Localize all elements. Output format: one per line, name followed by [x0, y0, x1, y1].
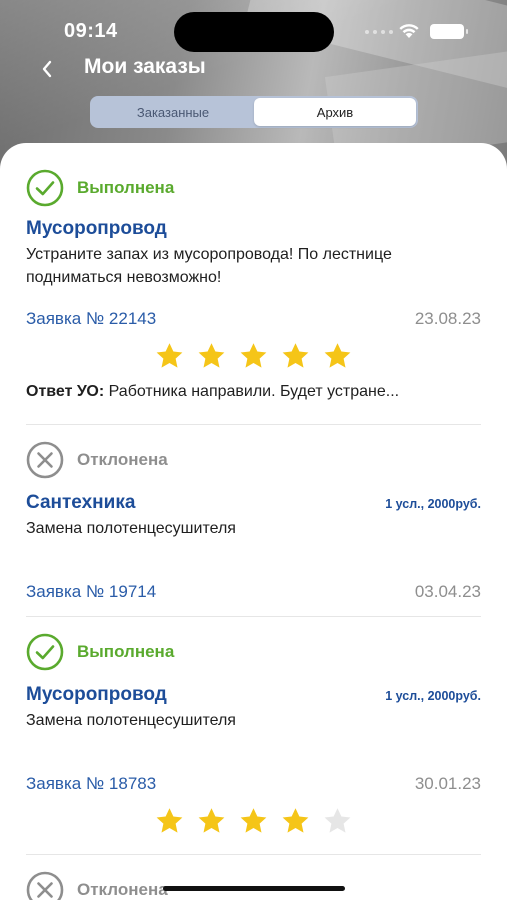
answer-label: Ответ УО: — [26, 383, 105, 400]
star-icon — [198, 808, 225, 833]
orders-sheet: Выполнена Мусоропровод Устраните запах и… — [0, 143, 507, 900]
status-label: Выполнена — [77, 642, 175, 661]
wifi-icon — [399, 24, 419, 38]
home-indicator — [163, 886, 345, 891]
star-icon — [282, 808, 309, 833]
star-icon — [156, 343, 183, 368]
order-date: 03.04.23 — [414, 582, 481, 601]
order-card[interactable]: Отклонена Сантехника 1 усл., 2000руб. За… — [26, 425, 481, 617]
order-price: 1 усл., 2000руб. — [385, 497, 481, 511]
order-number: Заявка № 18783 — [26, 774, 157, 793]
star-icon — [324, 808, 351, 833]
status-label: Выполнена — [77, 178, 175, 197]
rating-stars — [26, 806, 481, 836]
order-date: 23.08.23 — [414, 309, 481, 328]
back-button[interactable] — [34, 56, 60, 82]
rating-stars — [26, 341, 481, 371]
navigation-bar: Мои заказы — [0, 50, 507, 86]
order-title: Мусоропровод — [26, 218, 167, 239]
order-number: Заявка № 22143 — [26, 309, 157, 328]
x-circle-icon — [26, 441, 64, 479]
dynamic-island — [174, 12, 334, 52]
answer-text: Работника направили. Будет устране... — [108, 383, 400, 400]
order-number: Заявка № 19714 — [26, 582, 157, 601]
star-icon — [156, 808, 183, 833]
order-price: 1 усл., 2000руб. — [385, 689, 481, 703]
x-circle-icon — [26, 871, 64, 900]
order-status: Отклонена — [26, 441, 481, 479]
battery-icon — [430, 24, 468, 39]
order-date: 30.01.23 — [414, 774, 481, 793]
order-description: Замена полотенцесушителя — [26, 520, 236, 537]
star-icon — [198, 343, 225, 368]
order-description: Устраните запах из мусоропровода! По лес… — [26, 246, 392, 286]
page-title: Мои заказы — [84, 55, 206, 78]
star-icon — [282, 343, 309, 368]
management-answer: Ответ УО: Работника направили. Будет уст… — [26, 383, 481, 401]
tab-ordered[interactable]: Заказанные — [92, 98, 254, 126]
order-description: Замена полотенцесушителя — [26, 712, 236, 729]
star-icon — [240, 808, 267, 833]
status-time: 09:14 — [64, 20, 118, 42]
check-circle-icon — [26, 633, 64, 671]
check-circle-icon — [26, 169, 64, 207]
tab-archive[interactable]: Архив — [254, 98, 416, 126]
chevron-left-icon — [42, 60, 52, 78]
star-icon — [324, 343, 351, 368]
order-title: Мусоропровод — [26, 684, 167, 705]
order-card[interactable]: Выполнена Мусоропровод 1 усл., 2000руб. … — [26, 617, 481, 855]
order-status: Выполнена — [26, 169, 481, 207]
cellular-signal-icon — [365, 30, 393, 34]
order-title: Сантехника — [26, 492, 136, 513]
order-status: Выполнена — [26, 633, 481, 671]
status-label: Отклонена — [77, 880, 168, 899]
orders-list: Выполнена Мусоропровод Устраните запах и… — [0, 143, 507, 900]
order-card[interactable]: Выполнена Мусоропровод Устраните запах и… — [26, 143, 481, 425]
status-label: Отклонена — [77, 450, 168, 469]
star-icon — [240, 343, 267, 368]
order-card[interactable]: Отклонена — [26, 855, 481, 900]
orders-segmented-control: Заказанные Архив — [90, 96, 418, 128]
